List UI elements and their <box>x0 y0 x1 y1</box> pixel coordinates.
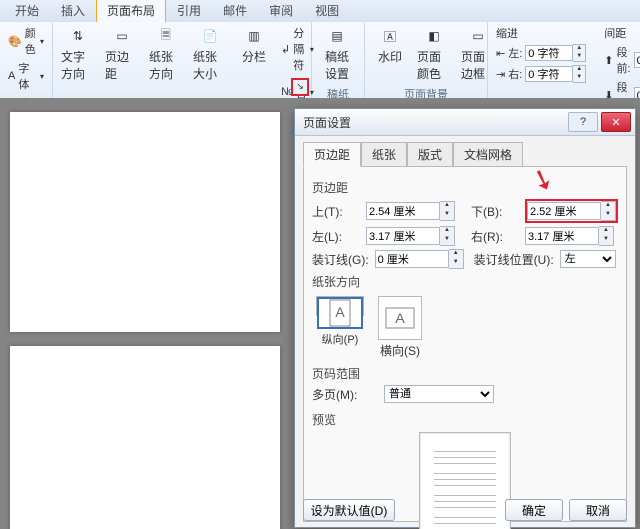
tab-review[interactable]: 审阅 <box>258 0 304 22</box>
svg-text:A: A <box>395 310 405 326</box>
group-paper: ▤稿纸 设置 稿纸 <box>312 22 365 98</box>
watermark-icon: 🄰 <box>380 26 400 46</box>
pages-legend: 页码范围 <box>312 365 618 382</box>
text-direction-icon: ⇅ <box>68 26 88 46</box>
group-theme: 🎨颜色▾ A字体▾ ◑效果▾ <box>0 22 53 98</box>
page-setup-launcher[interactable]: ↘ <box>291 78 309 96</box>
close-button[interactable]: ✕ <box>601 112 631 132</box>
font-icon: A <box>8 70 15 82</box>
indent-left-spinner[interactable]: ▲▼ <box>573 44 586 62</box>
margins-button[interactable]: ▭页边距 <box>103 24 141 84</box>
text-direction-button[interactable]: ⇅文字方向 <box>59 24 97 84</box>
label-top: 上(T): <box>312 203 360 220</box>
indent-header: 缩进 <box>494 24 588 42</box>
spacing-before-input[interactable] <box>634 52 640 68</box>
margins-legend: 页边距 <box>312 179 618 196</box>
columns-button[interactable]: ▥分栏 <box>235 24 273 67</box>
tab-mail[interactable]: 邮件 <box>212 0 258 22</box>
help-icon: ? <box>580 116 586 128</box>
margin-bottom-input[interactable] <box>527 202 601 220</box>
ok-button[interactable]: 确定 <box>505 499 563 521</box>
label-right: 右(R): <box>471 228 519 245</box>
cancel-button[interactable]: 取消 <box>569 499 627 521</box>
gutter-input[interactable] <box>375 250 449 268</box>
orientation-portrait[interactable]: A 纵向(P) <box>316 296 364 316</box>
columns-icon: ▥ <box>244 26 264 46</box>
indent-right-spinner[interactable]: ▲▼ <box>573 65 586 83</box>
group-background: 🄰水印 ◧页面颜色 ▭页面边框 页面背景 <box>365 22 488 98</box>
breaks-button[interactable]: ↲分隔符▾ <box>279 24 316 74</box>
orientation-button[interactable]: 🗏纸张方向 <box>147 24 185 84</box>
help-button[interactable]: ? <box>568 112 598 132</box>
label-gutter: 装订线(G): <box>312 251 369 268</box>
page-color-icon: ◧ <box>424 26 444 46</box>
indent-left-icon: ⇤ <box>496 47 505 60</box>
app-tabs: 开始 插入 页面布局 引用 邮件 审阅 视图 <box>0 0 640 22</box>
margin-top-spinner[interactable]: ▲▼ <box>440 201 455 221</box>
margin-left-spinner[interactable]: ▲▼ <box>440 226 455 246</box>
watermark-button[interactable]: 🄰水印 <box>371 24 409 67</box>
margins-icon: ▭ <box>112 26 132 46</box>
page-border-icon: ▭ <box>468 26 488 46</box>
indent-right-icon: ⇥ <box>496 68 505 81</box>
manuscript-button[interactable]: ▤稿纸 设置 <box>318 24 356 84</box>
margin-bottom-spinner[interactable]: ▲▼ <box>601 201 616 221</box>
tab-insert[interactable]: 插入 <box>50 0 96 22</box>
spacing-header: 间距 <box>602 24 640 42</box>
theme-fonts[interactable]: A字体▾ <box>6 59 46 93</box>
spacing-before-icon: ⬆ <box>604 54 613 67</box>
label-gutter-pos: 装订线位置(U): <box>474 251 554 268</box>
portrait-icon: A <box>317 297 363 329</box>
margin-right-spinner[interactable]: ▲▼ <box>599 226 614 246</box>
multi-select[interactable]: 普通 <box>384 385 494 403</box>
dialog-body: 页边距 上(T): ▲▼ 下(B): ▲▼ 左(L): ▲▼ 右(R): ▲▼ … <box>303 166 627 522</box>
document-page-2[interactable] <box>10 346 280 529</box>
label-bottom: 下(B): <box>471 203 519 220</box>
orientation-landscape[interactable]: A 横向(S) <box>378 296 422 359</box>
page-setup-dialog: 页面设置 ? ✕ 页边距 纸张 版式 文档网格 页边距 上(T): ▲▼ 下(B… <box>294 108 636 528</box>
dialog-footer: 设为默认值(D) 确定 取消 <box>303 499 627 521</box>
margin-left-input[interactable] <box>366 227 440 245</box>
dialog-titlebar[interactable]: 页面设置 ? ✕ <box>295 109 635 136</box>
page-color-button[interactable]: ◧页面颜色 <box>415 24 453 84</box>
dialog-tab-margins[interactable]: 页边距 <box>303 142 361 167</box>
dialog-title: 页面设置 <box>303 114 351 131</box>
landscape-icon: A <box>378 296 422 340</box>
orientation-icon: 🗏 <box>156 26 176 46</box>
palette-icon: 🎨 <box>8 35 22 48</box>
group-page-setup: ⇅文字方向 ▭页边距 🗏纸张方向 📄纸张大小 ▥分栏 ↲分隔符▾ №行号▾ bª… <box>53 22 312 98</box>
preview-legend: 预览 <box>312 411 618 428</box>
tab-home[interactable]: 开始 <box>4 0 50 22</box>
dialog-tab-paper[interactable]: 纸张 <box>361 142 407 167</box>
label-left: 左(L): <box>312 228 360 245</box>
tab-layout[interactable]: 页面布局 <box>96 0 166 22</box>
svg-text:A: A <box>335 304 345 320</box>
indent-right-input[interactable] <box>525 66 573 82</box>
indent-left: ⇤左:▲▼ <box>494 43 588 63</box>
orientation-legend: 纸张方向 <box>312 273 618 290</box>
tab-ref[interactable]: 引用 <box>166 0 212 22</box>
indent-right: ⇥右:▲▼ <box>494 64 588 84</box>
group-paragraph: 缩进 ⇤左:▲▼ ⇥右:▲▼ 间距 ⬆段前:▲▼ ⬇段后:▲▼ 段落 ↘ <box>488 22 640 98</box>
breaks-icon: ↲ <box>281 43 290 56</box>
gutter-pos-select[interactable]: 左 <box>560 250 616 268</box>
dialog-tabs: 页边距 纸张 版式 文档网格 <box>295 136 635 167</box>
tab-view[interactable]: 视图 <box>304 0 350 22</box>
close-icon: ✕ <box>611 116 620 129</box>
spacing-before: ⬆段前:▲▼ <box>602 43 640 77</box>
gutter-spinner[interactable]: ▲▼ <box>449 249 464 269</box>
default-button[interactable]: 设为默认值(D) <box>303 499 395 521</box>
margin-top-input[interactable] <box>366 202 440 220</box>
size-icon: 📄 <box>200 26 220 46</box>
dialog-tab-layout[interactable]: 版式 <box>407 142 453 167</box>
label-multi: 多页(M): <box>312 386 360 403</box>
manuscript-icon: ▤ <box>327 26 347 46</box>
dialog-tab-grid[interactable]: 文档网格 <box>453 142 523 167</box>
indent-left-input[interactable] <box>525 45 573 61</box>
margin-right-input[interactable] <box>525 227 599 245</box>
size-button[interactable]: 📄纸张大小 <box>191 24 229 84</box>
theme-colors[interactable]: 🎨颜色▾ <box>6 24 46 58</box>
ribbon: 🎨颜色▾ A字体▾ ◑效果▾ ⇅文字方向 ▭页边距 🗏纸张方向 📄纸张大小 ▥分… <box>0 22 640 99</box>
document-page-1[interactable] <box>10 112 280 332</box>
